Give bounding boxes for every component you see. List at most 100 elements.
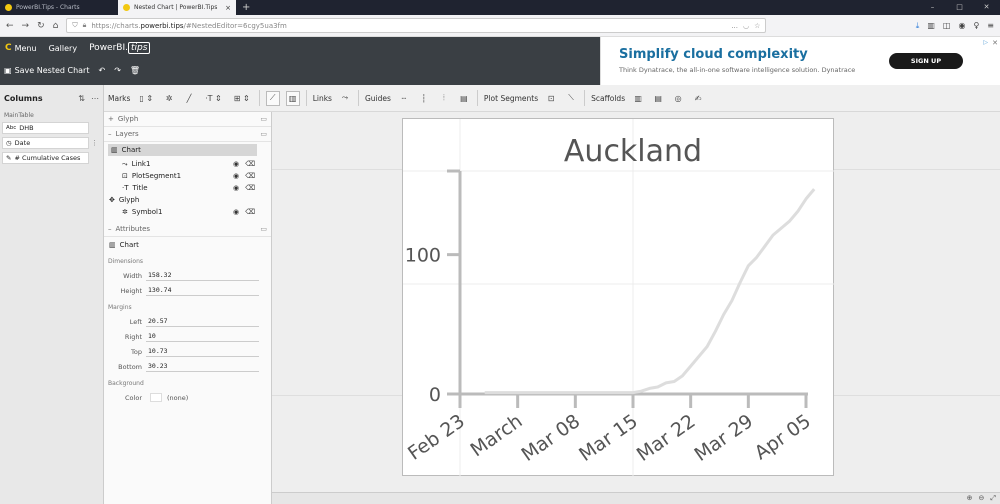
- link-button[interactable]: ⤳: [338, 91, 352, 106]
- column-item-cumulative-cases[interactable]: ✎ # Cumulative Cases: [2, 152, 89, 164]
- brand-logo: PowerBI. tips: [89, 42, 151, 54]
- nested-chart-button[interactable]: ▥: [285, 90, 300, 106]
- layers-section-header[interactable]: – Layers ▭: [104, 127, 271, 142]
- layer-plotsegment1[interactable]: ⊡ PlotSegment1 ◉ ⌫: [104, 170, 271, 182]
- bookmark-star-icon[interactable]: ☆: [754, 22, 760, 30]
- chart-canvas[interactable]: Auckland 0 100 Feb 23 March Mar 08 Mar 15 Mar 2…: [272, 112, 1000, 492]
- new-tab-icon[interactable]: +: [236, 0, 256, 15]
- eraser-icon[interactable]: ⌫: [245, 184, 255, 192]
- sidebar-icon[interactable]: ◫: [943, 21, 951, 31]
- cartesian-plot-segment-button[interactable]: ⊡: [544, 91, 558, 106]
- minimize-icon[interactable]: –: [919, 0, 946, 15]
- guide-y-button[interactable]: ┆: [417, 91, 431, 106]
- guide-x-button[interactable]: ┄: [397, 91, 411, 106]
- gallery-button[interactable]: Gallery: [49, 44, 78, 53]
- more-icon[interactable]: ...: [731, 22, 738, 30]
- url-bar[interactable]: ⛉ 🔒︎ https://charts.powerbi.tips/#Nested…: [66, 18, 767, 33]
- visibility-eye-icon[interactable]: ◉: [233, 184, 239, 192]
- pocket-icon[interactable]: ◡: [743, 22, 749, 30]
- browser-tab-nested-chart[interactable]: Nested Chart | PowerBI.Tips ×: [118, 0, 236, 15]
- column-menu-icon[interactable]: ⋮: [91, 139, 98, 147]
- ad-signup-button[interactable]: SIGN UP: [889, 53, 963, 69]
- minimize-panel-icon[interactable]: ▭: [260, 130, 267, 138]
- chart-icon: ▥: [109, 240, 116, 249]
- adchoices-icon[interactable]: ▷: [983, 39, 988, 46]
- browser-tab-charts[interactable]: PowerBI.Tips - Charts: [0, 0, 118, 15]
- more-options-icon[interactable]: ⋯: [91, 94, 99, 103]
- attributes-section-header[interactable]: – Attributes ▭: [104, 222, 271, 237]
- rectangle-mark-button[interactable]: ▯ ⇕: [136, 91, 156, 106]
- column-item-date[interactable]: ◷ Date ⋮: [2, 137, 98, 149]
- width-input[interactable]: 158.32: [146, 270, 259, 281]
- download-icon[interactable]: ⤓: [916, 21, 920, 31]
- close-window-icon[interactable]: ✕: [973, 0, 1000, 15]
- layer-symbol1[interactable]: ✲ Symbol1 ◉ ⌫: [104, 206, 271, 218]
- close-tab-icon[interactable]: ×: [225, 4, 231, 12]
- curve-scaffold-button[interactable]: ✍: [691, 91, 705, 106]
- visibility-eye-icon[interactable]: ◉: [233, 160, 239, 168]
- polar-scaffold-button[interactable]: ◎: [671, 91, 685, 106]
- icon-mark-button[interactable]: ⊞ ⇕: [231, 91, 253, 106]
- guide-coord-y-button[interactable]: ▤: [457, 91, 471, 106]
- menu-icon[interactable]: ≡: [987, 21, 994, 31]
- margin-top-input[interactable]: 10.73: [146, 346, 259, 357]
- zoom-out-icon[interactable]: ⊖: [979, 494, 985, 503]
- data-import-icon[interactable]: ⇅: [78, 94, 85, 103]
- forward-icon[interactable]: →: [22, 21, 30, 31]
- collapse-icon: –: [108, 225, 112, 233]
- delete-icon[interactable]: 🗑︎: [130, 66, 140, 75]
- eraser-icon[interactable]: ⌫: [245, 208, 255, 216]
- minimize-panel-icon[interactable]: ▭: [260, 115, 267, 123]
- zoom-fit-icon[interactable]: ⤢: [990, 494, 996, 503]
- line-plot-segment-button[interactable]: ⟍: [564, 91, 578, 106]
- text-mark-button[interactable]: ·T ⇕: [202, 91, 225, 106]
- menu-button[interactable]: Menu: [15, 44, 37, 53]
- save-button[interactable]: ▣ Save Nested Chart: [4, 66, 89, 75]
- zoom-in-icon[interactable]: ⊕: [967, 494, 973, 503]
- layer-title[interactable]: ·T Title ◉ ⌫: [104, 182, 271, 194]
- glyph-section-header[interactable]: + Glyph ▭: [104, 112, 271, 127]
- visibility-eye-icon[interactable]: ◉: [233, 172, 239, 180]
- layer-glyph[interactable]: ✥ Glyph: [104, 194, 271, 206]
- shield-icon: ⛉: [72, 21, 78, 29]
- horizontal-scaffold-button[interactable]: ▥: [631, 91, 645, 106]
- library-icon[interactable]: ▥: [927, 21, 935, 31]
- eraser-icon[interactable]: ⌫: [245, 172, 255, 180]
- color-value[interactable]: (none): [167, 394, 188, 402]
- x-tick-label: Mar 29: [690, 410, 757, 466]
- nested-chart-frame[interactable]: Auckland 0 100 Feb 23 March Mar 08 Mar 15 Mar 2…: [402, 118, 835, 477]
- minimize-panel-icon[interactable]: ▭: [260, 225, 267, 233]
- vertical-scaffold-button[interactable]: ▤: [651, 91, 665, 106]
- data-axis-button[interactable]: ⟋: [265, 90, 280, 106]
- layer-link1[interactable]: ⤳ Link1 ◉ ⌫: [104, 158, 271, 170]
- advertisement-banner[interactable]: Simplify cloud complexity Think Dynatrac…: [600, 37, 1000, 85]
- maximize-icon[interactable]: □: [946, 0, 973, 15]
- margin-bottom-input[interactable]: 30.23: [146, 361, 259, 372]
- line-mark-button[interactable]: ╱: [182, 91, 196, 106]
- undo-icon[interactable]: ↶: [98, 66, 105, 75]
- height-input[interactable]: 130.74: [146, 285, 259, 296]
- symbol-mark-button[interactable]: ✲: [162, 91, 176, 106]
- back-icon[interactable]: ←: [6, 21, 14, 31]
- redo-icon[interactable]: ↷: [114, 66, 121, 75]
- layers-panel: + Glyph ▭ – Layers ▭ ▥ Chart ⤳ Link1 ◉ ⌫ …: [104, 112, 272, 504]
- reload-icon[interactable]: ↻: [37, 21, 45, 31]
- window-controls: – □ ✕: [919, 0, 1000, 15]
- margin-left-input[interactable]: 20.57: [146, 316, 259, 327]
- layer-chart[interactable]: ▥ Chart: [108, 144, 257, 156]
- visibility-eye-icon[interactable]: ◉: [233, 208, 239, 216]
- account-icon[interactable]: ◉: [958, 21, 965, 31]
- guide-coord-x-button[interactable]: ⦙: [437, 91, 451, 106]
- text-type-icon: Abc: [6, 125, 17, 131]
- home-icon[interactable]: ⌂: [53, 21, 59, 31]
- editor-toolbar: Marks ▯ ⇕ ✲ ╱ ·T ⇕ ⊞ ⇕ ⟋ ▥ Links ⤳ Guide…: [104, 85, 1000, 112]
- extension-icon[interactable]: ♀: [973, 21, 979, 31]
- eraser-icon[interactable]: ⌫: [245, 160, 255, 168]
- color-swatch[interactable]: [150, 393, 162, 402]
- ad-close-icon[interactable]: ✕: [992, 39, 998, 47]
- column-item-dhb[interactable]: Abc DHB: [2, 122, 89, 134]
- margin-right-input[interactable]: 10: [146, 331, 259, 342]
- powerbi-tips-favicon-icon: [5, 4, 12, 11]
- lock-icon: 🔒︎: [82, 21, 87, 29]
- browser-nav-bar: ← → ↻ ⌂ ⛉ 🔒︎ https://charts.powerbi.tips…: [0, 15, 1000, 37]
